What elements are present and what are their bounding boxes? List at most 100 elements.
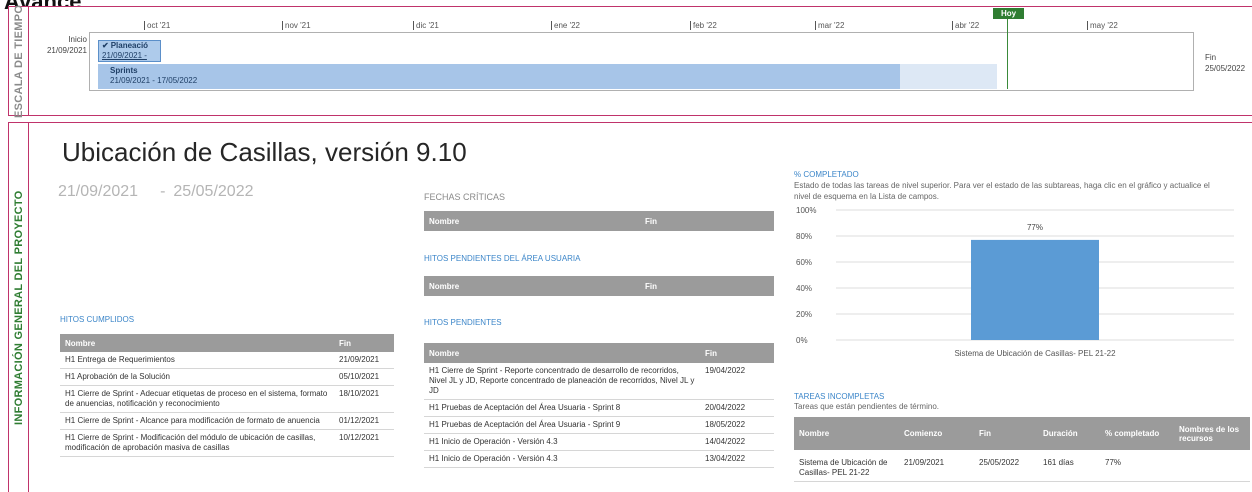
cell-end: 10/12/2021 — [334, 429, 394, 457]
table-row[interactable]: H1 Inicio de Operación - Versión 4.3 14/… — [424, 433, 774, 451]
project-start-date: 21/09/2021 — [58, 183, 139, 200]
column-header-fin: Fin — [700, 343, 774, 363]
cell-end: 13/04/2022 — [700, 450, 774, 468]
today-marker-badge: Hoy — [993, 8, 1024, 19]
column-header-fin: Fin — [974, 417, 1038, 450]
cell-name: Sistema de Ubicación de Casillas- PEL 21… — [794, 450, 899, 482]
timeline-end: Fin 25/05/2022 — [1205, 52, 1245, 74]
column-header-fin: Fin — [640, 276, 774, 296]
cell-percent: 77% — [1100, 450, 1174, 482]
table-row[interactable]: H1 Pruebas de Aceptación del Área Usuari… — [424, 416, 774, 434]
table-row[interactable]: Sistema de Ubicación de Casillas- PEL 21… — [794, 450, 1250, 482]
cell-end: 25/05/2022 — [974, 450, 1038, 482]
completion-chart[interactable]: 0% 20% 40% 60% 80% 100% 77% Sistema de Ubicació… — [794, 200, 1244, 370]
column-header-nombre: Nombre — [60, 334, 334, 352]
table-row[interactable]: H1 Cierre de Sprint - Modificación del m… — [60, 429, 394, 457]
table-row[interactable]: H1 Aprobación de la Solución 05/10/2021 — [60, 368, 394, 386]
cell-end: 21/09/2021 — [334, 352, 394, 369]
cell-name: H1 Pruebas de Aceptación del Área Usuari… — [424, 416, 700, 434]
timeline-side-label: ESCALA DE TIEMPO — [13, 4, 25, 118]
month-label: nov '21 — [282, 21, 311, 30]
sprints-bar-title: Sprints — [110, 66, 138, 75]
planned-task-title: Planeació — [110, 41, 149, 50]
cell-name: H1 Aprobación de la Solución — [60, 368, 334, 386]
tareas-incompletas-description: Tareas que están pendientes de término. — [794, 402, 939, 411]
tareas-incompletas-heading: TAREAS INCOMPLETAS — [794, 392, 885, 401]
table-row[interactable]: H1 Cierre de Sprint - Alcance para modif… — [60, 412, 394, 430]
column-header-fin: Fin — [640, 211, 774, 231]
project-end-date: 25/05/2022 — [173, 183, 254, 200]
month-label: feb '22 — [690, 21, 717, 30]
cell-end: 18/05/2022 — [700, 416, 774, 434]
timeline-start-date: 21/09/2021 — [46, 46, 87, 55]
table-header-row: Nombre Fin — [424, 211, 774, 231]
completion-description: Estado de todas las tareas de nivel supe… — [794, 181, 1210, 201]
project-dates-separator: - — [160, 183, 166, 200]
table-row[interactable]: H1 Cierre de Sprint - Adecuar etiquetas … — [60, 385, 394, 413]
cell-name: H1 Cierre de Sprint - Alcance para modif… — [60, 412, 334, 430]
table-header-row: Nombre Fin — [424, 343, 774, 363]
table-row[interactable]: H1 Cierre de Sprint - Reporte concentrad… — [424, 363, 774, 400]
completion-heading: % COMPLETADO — [794, 170, 859, 179]
cell-name: H1 Cierre de Sprint - Modificación del m… — [60, 429, 334, 457]
cell-name: H1 Inicio de Operación - Versión 4.3 — [424, 450, 700, 468]
column-header-recursos: Nombres de los recursos — [1174, 417, 1250, 450]
cell-end: 05/10/2021 — [334, 368, 394, 386]
chart-y-tick-label: 60% — [796, 258, 812, 267]
column-header-nombre: Nombre — [424, 276, 640, 296]
chart-y-tick-label: 40% — [796, 284, 812, 293]
cell-name: H1 Pruebas de Aceptación del Área Usuari… — [424, 399, 700, 417]
table-row[interactable]: H1 Entrega de Requerimientos 21/09/2021 — [60, 352, 394, 369]
timeline-sprints-remaining[interactable] — [900, 64, 997, 89]
month-label: mar '22 — [815, 21, 844, 30]
project-dates: 21/09/2021 -25/05/2022 — [58, 183, 253, 201]
month-label: ene '22 — [551, 21, 580, 30]
timeline-side-bar: ESCALA DE TIEMPO — [9, 4, 29, 118]
table-header-row: Nombre Fin — [424, 276, 774, 296]
column-header-fin: Fin — [334, 334, 394, 352]
column-header-nombre: Nombre — [794, 417, 899, 450]
month-label: abr '22 — [952, 21, 979, 30]
hitos-cumplidos-table: Nombre Fin H1 Entrega de Requerimientos … — [60, 334, 394, 457]
month-label: oct '21 — [144, 21, 170, 30]
tareas-incompletas-table: Nombre Comienzo Fin Duración % completad… — [794, 417, 1250, 482]
column-header-comienzo: Comienzo — [899, 417, 974, 450]
chart-bar[interactable] — [971, 239, 1099, 340]
timeline-sprints-bar[interactable]: Sprints 21/09/2021 - 17/05/2022 — [98, 64, 900, 89]
chart-data-label: 77% — [1027, 223, 1043, 232]
cell-name: H1 Inicio de Operación - Versión 4.3 — [424, 433, 700, 451]
hitos-usuaria-table: Nombre Fin — [424, 276, 774, 296]
cell-name: H1 Cierre de Sprint - Adecuar etiquetas … — [60, 385, 334, 413]
table-header-row: Nombre Comienzo Fin Duración % completad… — [794, 417, 1250, 450]
cell-end: 19/04/2022 — [700, 363, 774, 400]
fechas-criticas-heading: FECHAS CRÍTICAS — [424, 192, 506, 202]
chart-y-tick-label: 100% — [796, 206, 816, 215]
cell-name: H1 Cierre de Sprint - Reporte concentrad… — [424, 363, 700, 400]
column-header-duracion: Duración — [1038, 417, 1100, 450]
planned-task-dates: 21/09/2021 - — [102, 51, 147, 60]
hitos-pendientes-heading: HITOS PENDIENTES — [424, 318, 502, 327]
column-header-completado: % completado — [1100, 417, 1174, 450]
cell-name: H1 Entrega de Requerimientos — [60, 352, 334, 369]
cell-duration: 161 días — [1038, 450, 1100, 482]
table-row[interactable]: H1 Pruebas de Aceptación del Área Usuari… — [424, 399, 774, 417]
table-row[interactable]: H1 Inicio de Operación - Versión 4.3 13/… — [424, 450, 774, 468]
info-side-label: INFORMACIÓN GENERAL DEL PROYECTO — [13, 190, 25, 425]
month-label: may '22 — [1087, 21, 1118, 30]
chart-category-label: Sistema de Ubicación de Casillas- PEL 21… — [954, 349, 1116, 358]
info-side-bar: INFORMACIÓN GENERAL DEL PROYECTO — [9, 123, 29, 492]
cell-end: 20/04/2022 — [700, 399, 774, 417]
hitos-usuaria-heading: HITOS PENDIENTES DEL ÁREA USUARIA — [424, 254, 581, 263]
cell-end: 14/04/2022 — [700, 433, 774, 451]
chart-y-tick-label: 20% — [796, 310, 812, 319]
chart-y-tick-label: 80% — [796, 232, 812, 241]
month-label: dic '21 — [413, 21, 439, 30]
hitos-pendientes-table: Nombre Fin H1 Cierre de Sprint - Reporte… — [424, 343, 774, 468]
cell-end: 18/10/2021 — [334, 385, 394, 413]
table-header-row: Nombre Fin — [60, 334, 394, 352]
today-marker-line — [1007, 14, 1008, 89]
column-header-nombre: Nombre — [424, 343, 700, 363]
timeline-planned-task[interactable]: ✔ Planeació 21/09/2021 - — [98, 40, 161, 62]
cell-resources — [1174, 450, 1250, 482]
chart-y-tick-label: 0% — [796, 336, 808, 345]
